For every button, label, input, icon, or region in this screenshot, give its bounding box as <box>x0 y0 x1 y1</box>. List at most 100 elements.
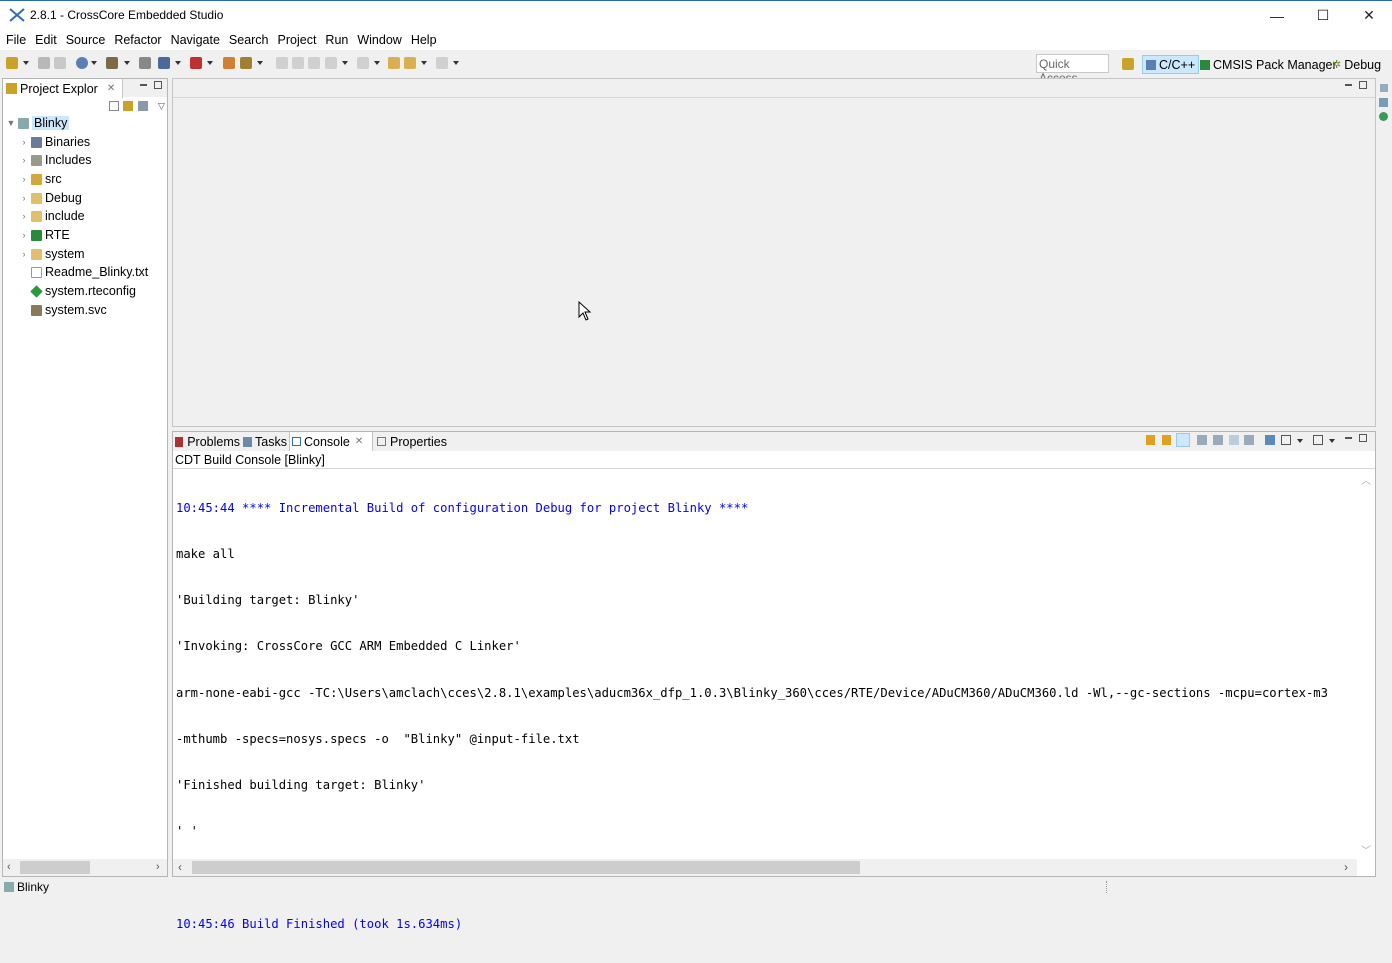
tree-item-svc[interactable]: system.svc <box>19 301 107 319</box>
editor-area[interactable] <box>172 78 1376 427</box>
next-annotation-dropdown-icon[interactable] <box>342 61 348 65</box>
menu-edit[interactable]: Edit <box>31 33 62 47</box>
tab-tasks[interactable]: Tasks <box>241 432 289 451</box>
block-selection-icon[interactable] <box>292 57 304 69</box>
scroll-thumb[interactable] <box>192 861 860 874</box>
forward-dropdown-icon[interactable] <box>453 61 459 65</box>
show-console-icon[interactable] <box>1176 433 1190 447</box>
quick-access-input[interactable]: Quick Access <box>1036 54 1109 85</box>
scroll-lock-up-icon[interactable] <box>1162 435 1171 445</box>
scroll-lock-down-icon[interactable] <box>1146 435 1155 445</box>
menu-help[interactable]: Help <box>407 33 442 47</box>
tree-item-debug[interactable]: › Debug <box>19 189 82 207</box>
new-console-dropdown-icon[interactable] <box>1329 439 1335 443</box>
debug-icon[interactable] <box>158 57 170 69</box>
build-dropdown-icon[interactable] <box>124 61 130 65</box>
display-console-dropdown-icon[interactable] <box>1297 439 1303 443</box>
scroll-thumb[interactable] <box>20 861 90 874</box>
outline-icon[interactable] <box>1379 98 1388 107</box>
explorer-hscrollbar[interactable]: ‹ › <box>3 859 167 876</box>
chevron-right-icon[interactable]: › <box>19 249 29 259</box>
clear-console-icon[interactable] <box>1197 435 1207 445</box>
scroll-right-icon[interactable]: › <box>1344 860 1348 874</box>
display-console-icon[interactable] <box>1281 435 1291 445</box>
back-dropdown-icon[interactable] <box>421 61 427 65</box>
minimize-editor-icon[interactable] <box>1345 84 1352 86</box>
tree-item-includes[interactable]: › Includes <box>19 151 92 169</box>
menu-run[interactable]: Run <box>321 33 353 47</box>
next-annotation-icon[interactable] <box>325 57 337 69</box>
prev-annotation-dropdown-icon[interactable] <box>374 61 380 65</box>
view-menu-icon[interactable]: ▽ <box>158 101 165 112</box>
remove-launch-icon[interactable] <box>1244 435 1254 445</box>
close-tab-icon[interactable]: ✕ <box>107 83 115 94</box>
scroll-up-icon[interactable]: ︿ <box>1361 472 1371 487</box>
menu-window[interactable]: Window <box>353 33 406 47</box>
pin-console-icon[interactable] <box>1213 435 1223 445</box>
perspective-cpp[interactable]: C/C++ <box>1142 55 1200 74</box>
tree-item-binaries[interactable]: › Binaries <box>19 133 91 151</box>
chevron-down-icon[interactable]: ▼ <box>6 118 16 128</box>
tree-item-src[interactable]: › src <box>19 170 62 188</box>
menu-search[interactable]: Search <box>225 33 274 47</box>
chevron-right-icon[interactable]: › <box>19 211 29 221</box>
maximize-editor-icon[interactable] <box>1359 81 1367 89</box>
build-settings-icon[interactable] <box>76 57 88 69</box>
menu-navigate[interactable]: Navigate <box>167 33 225 47</box>
close-tab-icon[interactable]: ✕ <box>355 436 363 447</box>
new-icon[interactable] <box>6 57 18 69</box>
prev-annotation-icon[interactable] <box>357 57 369 69</box>
tree-item-readme[interactable]: Readme_Blinky.txt <box>19 263 148 281</box>
console-vscrollbar[interactable]: ︿ ﹀ <box>1357 470 1374 859</box>
tab-problems[interactable]: Problems <box>173 432 240 451</box>
search-dropdown-icon[interactable] <box>257 61 263 65</box>
perspective-cmsis[interactable]: CMSIS Pack Manager <box>1197 55 1340 74</box>
back-icon[interactable] <box>404 57 416 69</box>
build-icon[interactable] <box>106 57 118 69</box>
chevron-right-icon[interactable]: › <box>19 137 29 147</box>
save-icon[interactable] <box>38 57 50 69</box>
build-settings-dropdown-icon[interactable] <box>91 61 97 65</box>
chevron-right-icon[interactable]: › <box>19 174 29 184</box>
menu-source[interactable]: Source <box>62 33 111 47</box>
open-element-icon[interactable] <box>223 57 235 69</box>
run-dropdown-icon[interactable] <box>207 61 213 65</box>
search-icon[interactable] <box>240 57 252 69</box>
tree-item-system[interactable]: › system <box>19 245 85 263</box>
scroll-down-icon[interactable]: ﹀ <box>1361 842 1371 857</box>
new-dropdown-icon[interactable] <box>23 61 29 65</box>
menu-refactor[interactable]: Refactor <box>110 33 166 47</box>
perspective-debug[interactable]: ✲ Debug <box>1329 55 1384 74</box>
maximize-view-icon[interactable] <box>154 81 162 89</box>
word-wrap-icon[interactable] <box>1229 435 1239 445</box>
build-targets-icon[interactable] <box>1379 112 1388 121</box>
collapse-all-icon[interactable] <box>109 101 119 111</box>
tree-item-rteconfig[interactable]: system.rteconfig <box>19 282 136 300</box>
chevron-right-icon[interactable]: › <box>19 193 29 203</box>
close-button[interactable]: ✕ <box>1346 1 1392 30</box>
restore-icon[interactable] <box>1380 84 1388 92</box>
console-hscrollbar[interactable]: ‹ › <box>173 859 1357 876</box>
chevron-right-icon[interactable]: › <box>19 155 29 165</box>
show-whitespace-icon[interactable] <box>308 57 320 69</box>
filter-icon[interactable] <box>138 101 148 111</box>
minimize-view-icon[interactable] <box>140 84 147 86</box>
tab-properties[interactable]: Properties <box>375 432 447 451</box>
tree-root-blinky[interactable]: ▼ Blinky <box>6 114 70 132</box>
tab-project-explorer[interactable]: Project Explor ✕ <box>3 79 123 98</box>
last-edit-icon[interactable] <box>388 57 400 69</box>
debug-dropdown-icon[interactable] <box>175 61 181 65</box>
tree-item-rte[interactable]: › RTE <box>19 226 70 244</box>
link-editor-icon[interactable] <box>123 101 133 111</box>
open-console-icon[interactable] <box>1265 435 1275 445</box>
minimize-button[interactable]: — <box>1254 1 1300 30</box>
maximize-view-icon[interactable] <box>1359 434 1367 442</box>
chevron-right-icon[interactable]: › <box>19 230 29 240</box>
scroll-left-icon[interactable]: ‹ <box>178 860 182 874</box>
open-perspective-icon[interactable] <box>1122 58 1134 70</box>
new-console-icon[interactable] <box>1313 435 1323 445</box>
tab-console[interactable]: Console ✕ <box>289 432 373 451</box>
minimize-view-icon[interactable] <box>1345 437 1352 439</box>
tree-item-include[interactable]: › include <box>19 207 85 225</box>
save-all-icon[interactable] <box>54 57 66 69</box>
